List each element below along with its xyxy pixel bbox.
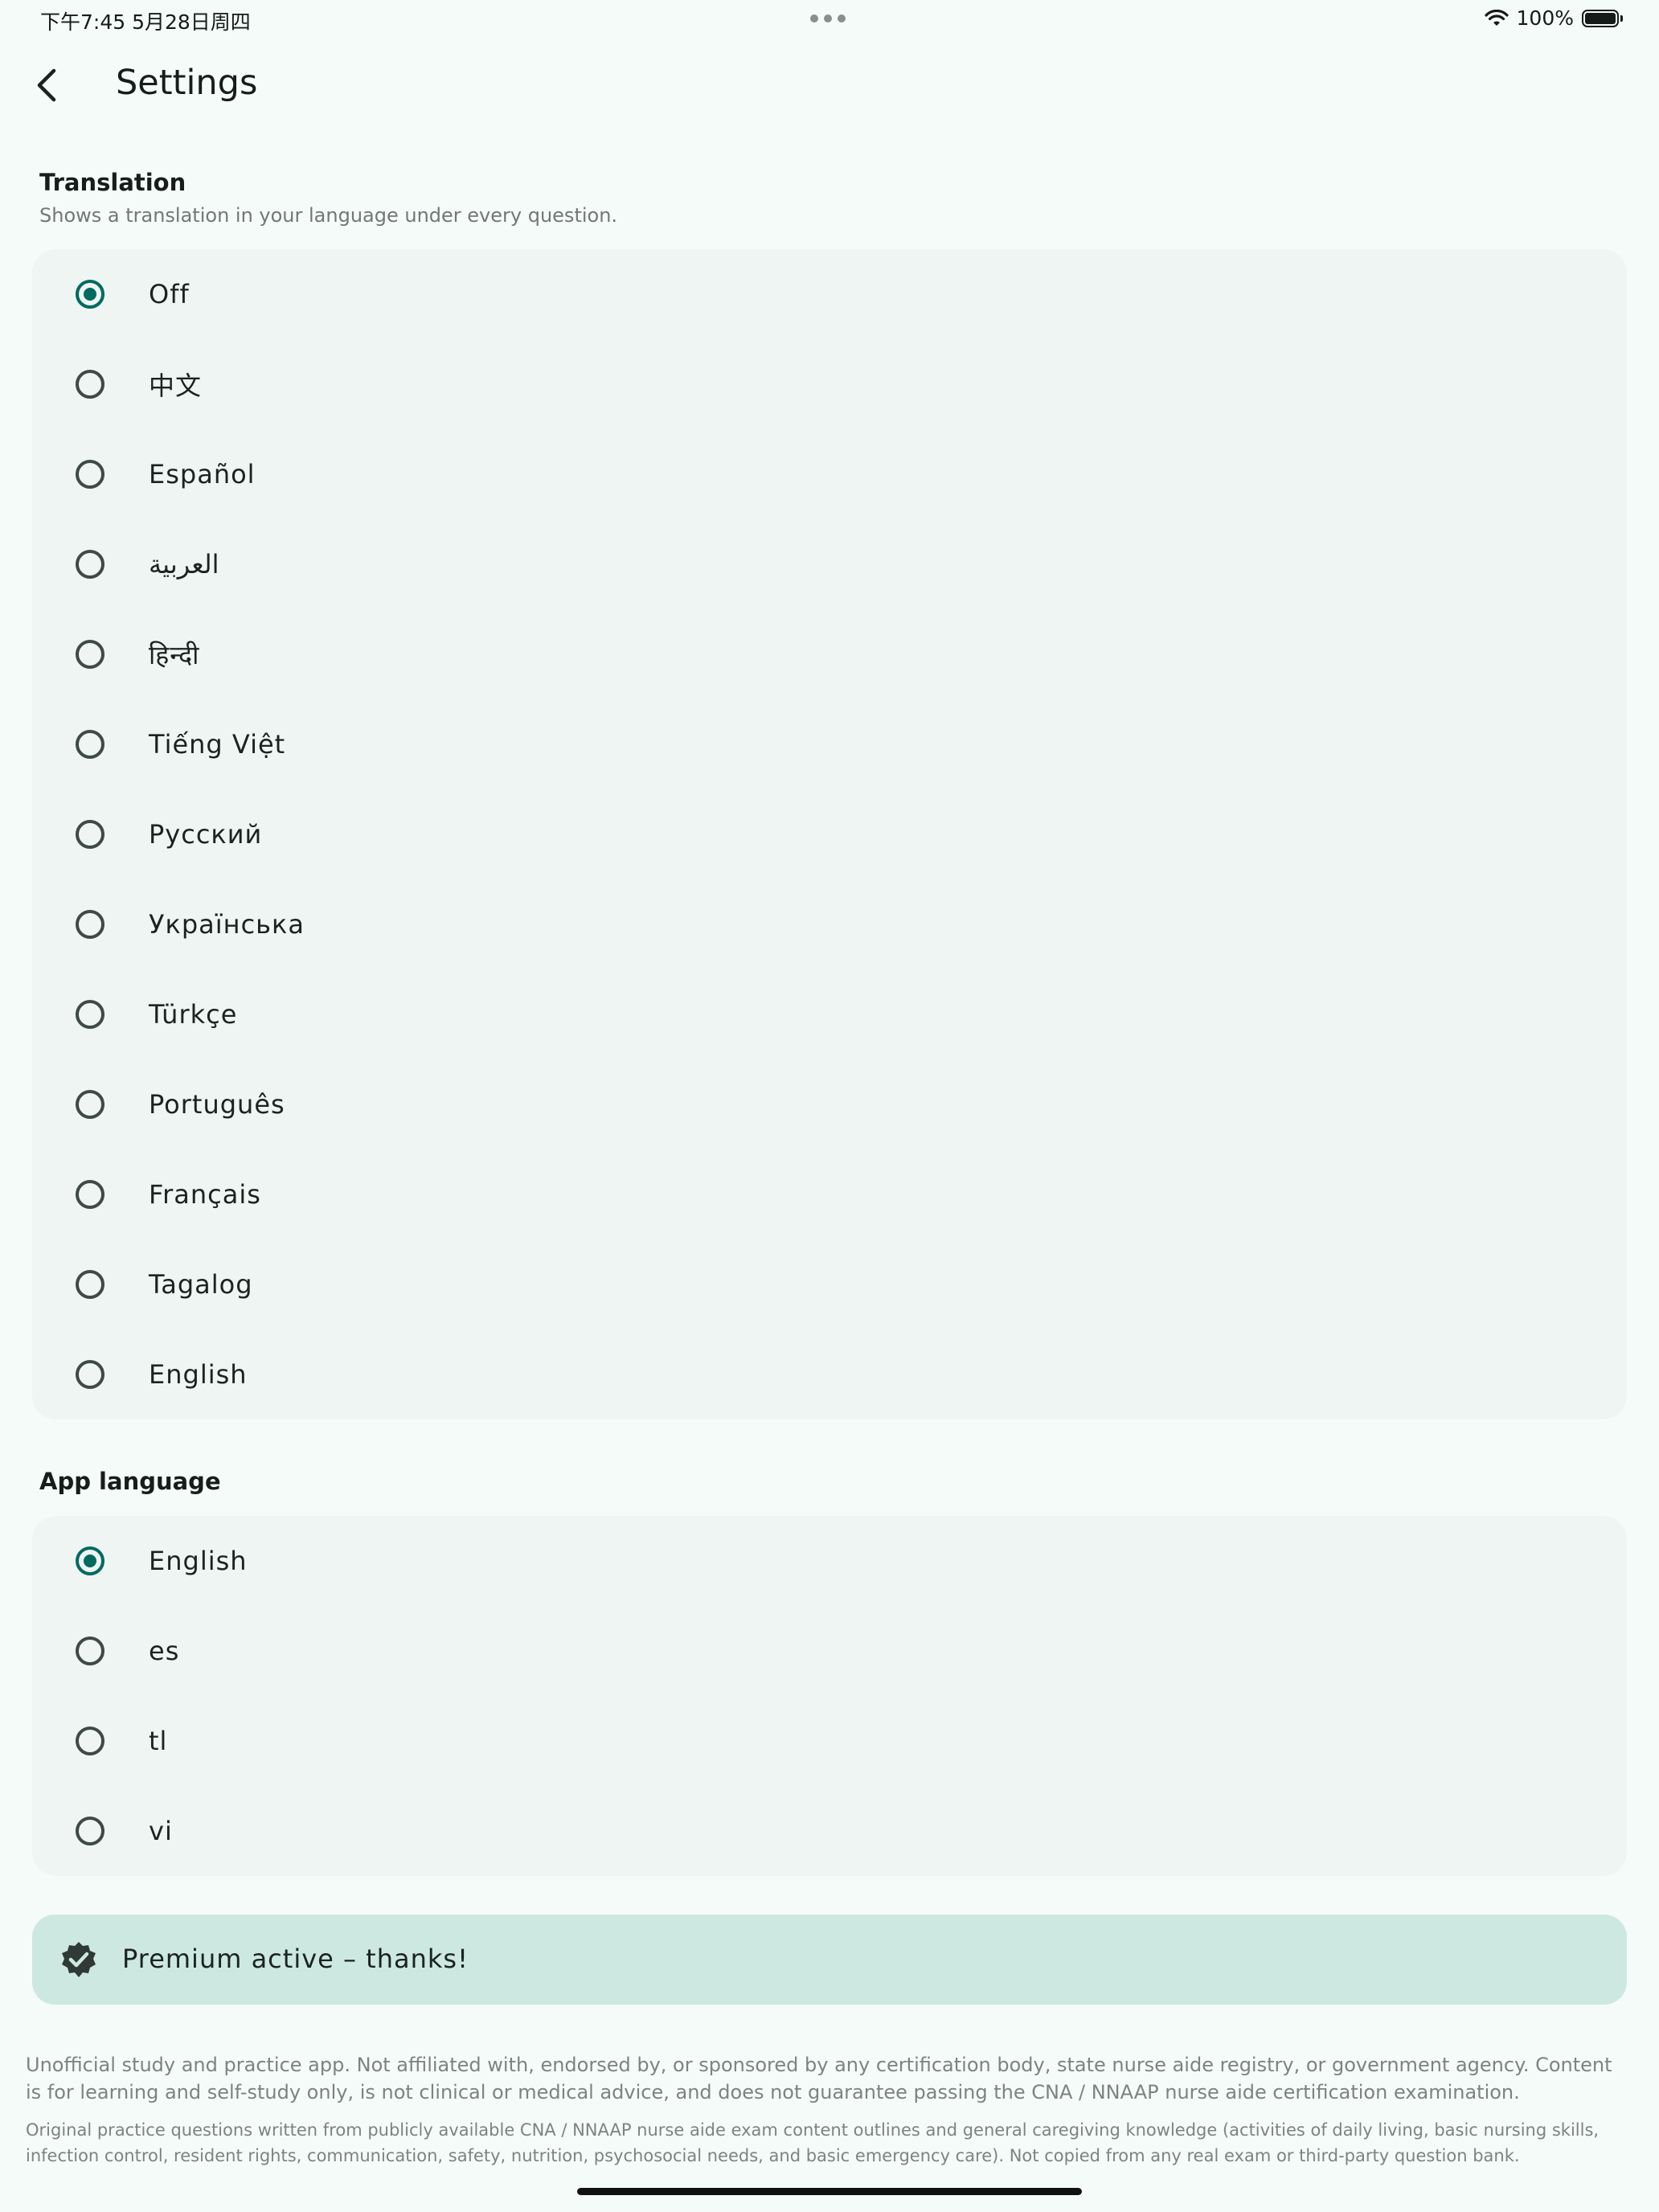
app-language-option[interactable]: tl xyxy=(32,1696,1627,1786)
verified-badge-icon xyxy=(62,1942,96,1977)
translation-option[interactable]: Türkçe xyxy=(32,969,1627,1059)
translation-option[interactable]: 中文 xyxy=(32,339,1627,429)
app-language-option[interactable]: es xyxy=(32,1606,1627,1696)
translation-option-label: हिन्दी xyxy=(149,639,200,670)
translation-option-label: English xyxy=(149,1359,248,1390)
translation-option[interactable]: Français xyxy=(32,1149,1627,1239)
translation-option-label: Tiếng Việt xyxy=(149,729,286,760)
radio-selected-icon[interactable] xyxy=(76,1546,104,1575)
back-button[interactable] xyxy=(21,59,72,111)
translation-option[interactable]: Português xyxy=(32,1059,1627,1149)
app-language-section-title: App language xyxy=(39,1468,221,1495)
translation-option-label: العربية xyxy=(149,549,219,580)
translation-section-title: Translation xyxy=(39,169,186,196)
translation-section-subtitle: Shows a translation in your language und… xyxy=(39,204,618,227)
translation-option-label: Türkçe xyxy=(149,999,238,1030)
app-bar: Settings xyxy=(0,51,1659,119)
status-bar: 下午7:45 5月28日周四 100% xyxy=(0,0,1659,39)
chevron-left-icon xyxy=(37,68,56,102)
radio-unselected-icon[interactable] xyxy=(76,370,104,399)
app-language-option-label: vi xyxy=(149,1816,173,1846)
translation-option-label: Español xyxy=(149,459,256,490)
app-language-option-label: es xyxy=(149,1636,180,1666)
premium-status-banner: Premium active – thanks! xyxy=(32,1915,1627,2005)
multitasking-dots-icon[interactable] xyxy=(810,6,846,23)
translation-option-label: Português xyxy=(149,1089,285,1120)
translation-option[interactable]: العربية xyxy=(32,519,1627,609)
page-title: Settings xyxy=(116,63,258,103)
translation-option[interactable]: Українська xyxy=(32,879,1627,969)
translation-option[interactable]: Off xyxy=(32,249,1627,339)
app-language-option[interactable]: English xyxy=(32,1516,1627,1606)
radio-selected-icon[interactable] xyxy=(76,280,104,309)
translation-option-label: Tagalog xyxy=(149,1269,253,1300)
radio-unselected-icon[interactable] xyxy=(76,820,104,849)
radio-unselected-icon[interactable] xyxy=(76,1817,104,1845)
translation-option-label: 中文 xyxy=(149,371,203,401)
translation-option-label: Русский xyxy=(149,819,263,850)
battery-icon xyxy=(1582,9,1623,27)
disclaimer-text: Unofficial study and practice app. Not a… xyxy=(26,2054,1612,2103)
radio-unselected-icon[interactable] xyxy=(76,1270,104,1299)
home-indicator[interactable] xyxy=(577,2188,1082,2195)
translation-option[interactable]: Español xyxy=(32,429,1627,519)
radio-unselected-icon[interactable] xyxy=(76,1000,104,1029)
radio-unselected-icon[interactable] xyxy=(76,640,104,669)
status-time: 下午7:45 5月28日周四 xyxy=(40,10,251,34)
radio-unselected-icon[interactable] xyxy=(76,1180,104,1209)
radio-unselected-icon[interactable] xyxy=(76,550,104,579)
radio-unselected-icon[interactable] xyxy=(76,730,104,759)
app-language-options-card: English es tl vi xyxy=(32,1516,1627,1876)
radio-unselected-icon[interactable] xyxy=(76,1360,104,1389)
translation-option[interactable]: Русский xyxy=(32,789,1627,879)
wifi-icon xyxy=(1484,9,1509,26)
translation-option-label: Off xyxy=(149,279,190,309)
translation-option[interactable]: Tagalog xyxy=(32,1239,1627,1329)
app-language-option[interactable]: vi xyxy=(32,1786,1627,1876)
battery-percent: 100% xyxy=(1516,6,1574,30)
radio-unselected-icon[interactable] xyxy=(76,1727,104,1755)
radio-unselected-icon[interactable] xyxy=(76,1090,104,1119)
radio-unselected-icon[interactable] xyxy=(76,460,104,489)
radio-unselected-icon[interactable] xyxy=(76,1636,104,1665)
translation-option[interactable]: English xyxy=(32,1329,1627,1419)
translation-option[interactable]: हिन्दी xyxy=(32,609,1627,699)
content-source-text: Original practice questions written from… xyxy=(26,2120,1600,2165)
premium-status-label: Premium active – thanks! xyxy=(122,1944,469,1974)
translation-option[interactable]: Tiếng Việt xyxy=(32,699,1627,789)
translation-option-label: Українська xyxy=(149,909,305,940)
radio-unselected-icon[interactable] xyxy=(76,910,104,939)
app-language-option-label: tl xyxy=(149,1726,168,1756)
translation-option-label: Français xyxy=(149,1179,261,1210)
translation-options-card: Off 中文 Español العربية हिन्दी Tiếng Việt Русск… xyxy=(32,249,1627,1419)
app-language-option-label: English xyxy=(149,1546,248,1576)
